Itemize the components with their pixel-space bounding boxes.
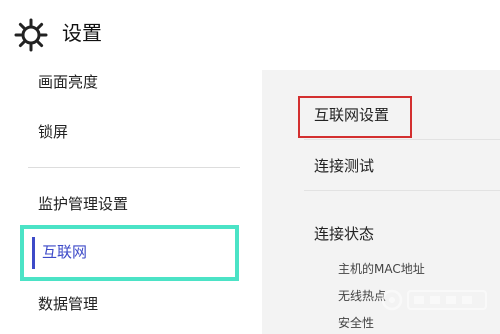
sidebar-item-guardian-settings[interactable]: 监护管理设置 xyxy=(38,194,128,214)
connection-status-item[interactable]: 连接状态 xyxy=(314,224,374,244)
wireless-hotspot-label: 无线热点 xyxy=(338,289,387,303)
sidebar-divider xyxy=(28,167,240,168)
title-bar: 设置 xyxy=(0,0,500,70)
selection-indicator xyxy=(32,237,35,269)
mac-address-label: 主机的MAC地址 xyxy=(338,262,425,276)
watermark-logo-icon xyxy=(381,289,487,311)
sidebar-item-lock-screen[interactable]: 锁屏 xyxy=(38,122,68,142)
sidebar-item-label: 互联网 xyxy=(42,243,88,261)
content-divider xyxy=(304,190,500,191)
sidebar-item-brightness[interactable]: 画面亮度 xyxy=(38,72,98,92)
content-divider xyxy=(304,139,500,140)
sidebar-item-internet[interactable]: 互联网 xyxy=(20,225,239,281)
sidebar: 画面亮度 锁屏 监护管理设置 互联网 数据管理 xyxy=(0,70,262,334)
page-title: 设置 xyxy=(62,21,102,45)
connection-test-item[interactable]: 连接测试 xyxy=(314,156,374,176)
sidebar-item-data-management[interactable]: 数据管理 xyxy=(38,294,98,314)
gear-icon xyxy=(14,18,48,52)
annotation-highlight-box xyxy=(298,96,412,138)
security-label: 安全性 xyxy=(338,316,375,330)
